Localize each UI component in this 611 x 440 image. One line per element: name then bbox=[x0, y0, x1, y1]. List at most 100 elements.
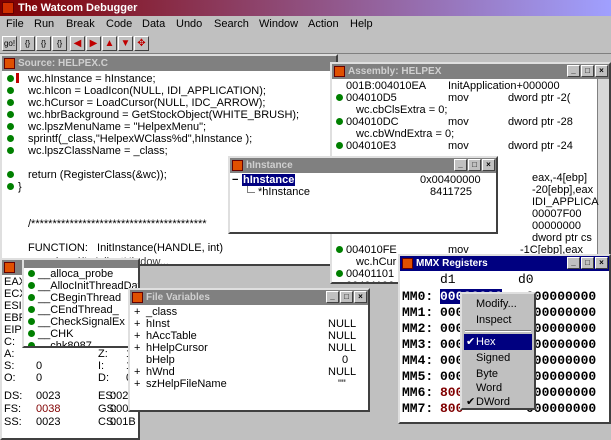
asm-addr[interactable]: 004010DC bbox=[346, 116, 399, 128]
breakpoint-dot[interactable] bbox=[336, 246, 343, 253]
source-line[interactable]: wc.lpszMenuName = "HelpexMenu"; bbox=[28, 121, 206, 133]
hinstance-deref-name[interactable]: *hInstance bbox=[258, 186, 310, 198]
expand-icon[interactable]: + bbox=[134, 342, 140, 354]
source-line[interactable]: wc.hIcon = LoadIcon(NULL, IDI_APPLICATIO… bbox=[28, 85, 266, 97]
menu-file[interactable]: File bbox=[6, 18, 24, 30]
source-line[interactable]: wc.hbrBackground = GetStockObject(WHITE_… bbox=[28, 109, 299, 121]
arrow-up-icon[interactable]: ▲ bbox=[102, 36, 117, 51]
functions-title[interactable] bbox=[24, 260, 138, 268]
var-name[interactable]: hWnd bbox=[146, 366, 175, 378]
function-item[interactable]: __AllocInitThreadData bbox=[38, 280, 138, 292]
mmx-value-d0[interactable]: 000000000 bbox=[526, 353, 596, 368]
var-value[interactable]: NULL bbox=[328, 342, 356, 354]
mmx-value-d0[interactable]: 000000000 bbox=[526, 369, 596, 384]
asm-addr[interactable]: 004010D5 bbox=[346, 92, 397, 104]
mmx-value-d0[interactable]: 000000000 bbox=[526, 289, 596, 304]
asm-arg[interactable]: dword ptr -24 bbox=[508, 140, 573, 152]
reg-name[interactable]: C: bbox=[4, 336, 15, 348]
asm-arg[interactable]: eax,-4[ebp] bbox=[532, 172, 587, 184]
var-value[interactable]: NULL bbox=[328, 366, 356, 378]
var-name[interactable]: _class bbox=[146, 306, 177, 318]
reg-value[interactable]: 0 bbox=[36, 372, 42, 384]
step-out-icon[interactable]: {} bbox=[52, 36, 67, 51]
menu-data[interactable]: Data bbox=[142, 18, 165, 30]
go-button[interactable]: go! bbox=[2, 36, 17, 51]
function-item[interactable]: __CEndThread_ bbox=[38, 304, 119, 316]
reg-name[interactable]: I: bbox=[98, 360, 104, 372]
expand-icon[interactable]: + bbox=[134, 306, 140, 318]
arrow-left-icon[interactable]: ◀ bbox=[70, 36, 85, 51]
breakpoint-dot[interactable] bbox=[336, 94, 343, 101]
function-item[interactable]: __CHK bbox=[38, 328, 73, 340]
breakpoint-dot[interactable] bbox=[7, 87, 14, 94]
arrow-down-icon[interactable]: ▼ bbox=[118, 36, 133, 51]
var-name[interactable]: bHelp bbox=[146, 354, 175, 366]
var-value[interactable]: 0 bbox=[342, 354, 348, 366]
reg-name[interactable]: O: bbox=[4, 372, 16, 384]
arrow-right-icon[interactable]: ▶ bbox=[86, 36, 101, 51]
menu-break[interactable]: Break bbox=[66, 18, 95, 30]
source-line[interactable]: wc.lpszClassName = _class; bbox=[28, 145, 168, 157]
breakpoint-dot[interactable] bbox=[7, 123, 14, 130]
seg-name[interactable]: SS: bbox=[4, 416, 22, 428]
breakpoint-dot[interactable] bbox=[7, 135, 14, 142]
source-comment[interactable]: /***************************************… bbox=[28, 218, 207, 230]
asm-arg[interactable]: 00007F00 bbox=[532, 208, 582, 220]
source-line[interactable]: wc.hInstance = hInstance; bbox=[28, 73, 156, 85]
menu-window[interactable]: Window bbox=[259, 18, 298, 30]
breakpoint-dot[interactable] bbox=[7, 171, 14, 178]
move-icon[interactable]: ✥ bbox=[134, 36, 149, 51]
asm-arg[interactable]: -20[ebp],eax bbox=[532, 184, 593, 196]
source-function-line[interactable]: FUNCTION: InitInstance(HANDLE, int) bbox=[28, 242, 223, 254]
breakpoint-dot[interactable] bbox=[336, 118, 343, 125]
mmx-value-d0[interactable]: 000000000 bbox=[526, 321, 596, 336]
menu-action[interactable]: Action bbox=[308, 18, 339, 30]
breakpoint-dot[interactable] bbox=[28, 270, 35, 277]
var-value[interactable]: NULL bbox=[328, 318, 356, 330]
menu-run[interactable]: Run bbox=[34, 18, 54, 30]
mmx-value-d0[interactable]: 000000000 bbox=[526, 401, 596, 416]
menu-modify[interactable]: Modify... bbox=[464, 296, 532, 312]
asm-op[interactable]: InitApplication+000000 bbox=[448, 80, 560, 92]
menu-code[interactable]: Code bbox=[106, 18, 132, 30]
maximize-icon[interactable]: □ bbox=[581, 257, 594, 269]
breakpoint-dot[interactable] bbox=[7, 183, 14, 190]
source-line[interactable]: sprintf(_class,"HelpexWClass%d",hInstanc… bbox=[28, 133, 252, 145]
seg-name[interactable]: DS: bbox=[4, 390, 22, 402]
asm-op[interactable]: mov bbox=[448, 92, 469, 104]
menu-undo[interactable]: Undo bbox=[176, 18, 202, 30]
minimize-icon[interactable]: _ bbox=[454, 159, 467, 171]
breakpoint-dot[interactable] bbox=[28, 306, 35, 313]
menu-search[interactable]: Search bbox=[214, 18, 249, 30]
step-over-icon[interactable]: {} bbox=[36, 36, 51, 51]
function-item[interactable]: __CheckSignalEx bbox=[38, 316, 125, 328]
function-item[interactable]: __alloca_probe bbox=[38, 268, 113, 280]
maximize-icon[interactable]: □ bbox=[581, 65, 594, 77]
source-line[interactable]: } bbox=[18, 181, 22, 193]
menu-inspect[interactable]: Inspect bbox=[464, 312, 532, 328]
collapse-icon[interactable]: − bbox=[232, 174, 238, 186]
reg-name[interactable]: D: bbox=[98, 372, 109, 384]
asm-arg[interactable]: dword ptr -28 bbox=[508, 116, 573, 128]
seg-name[interactable]: FS: bbox=[4, 403, 21, 415]
asm-op[interactable]: mov bbox=[448, 116, 469, 128]
mmx-value-d0[interactable]: 000000000 bbox=[526, 305, 596, 320]
function-item[interactable]: __CBeginThread bbox=[38, 292, 121, 304]
asm-addr[interactable]: 001B:004010EA bbox=[346, 80, 426, 92]
close-icon[interactable]: × bbox=[595, 65, 608, 77]
reg-name[interactable]: Z: bbox=[98, 348, 108, 360]
breakpoint-dot[interactable] bbox=[7, 147, 14, 154]
var-name[interactable]: hHelpCursor bbox=[146, 342, 208, 354]
expand-icon[interactable]: + bbox=[134, 366, 140, 378]
menu-hex[interactable]: ✔ Hex bbox=[464, 334, 532, 350]
source-line[interactable]: wc.hCursor = LoadCursor(NULL, IDC_ARROW)… bbox=[28, 97, 265, 109]
reg-value[interactable]: 0 bbox=[36, 360, 42, 372]
close-icon[interactable]: × bbox=[595, 257, 608, 269]
asm-addr[interactable]: 004010E3 bbox=[346, 140, 396, 152]
seg-value[interactable]: 0023 bbox=[36, 416, 60, 428]
expand-icon[interactable]: + bbox=[134, 318, 140, 330]
menu-signed[interactable]: Signed bbox=[464, 350, 532, 366]
mmx-value-d0[interactable]: 000000000 bbox=[526, 385, 596, 400]
asm-addr[interactable]: 004010FE bbox=[346, 244, 397, 256]
maximize-icon[interactable]: □ bbox=[468, 159, 481, 171]
